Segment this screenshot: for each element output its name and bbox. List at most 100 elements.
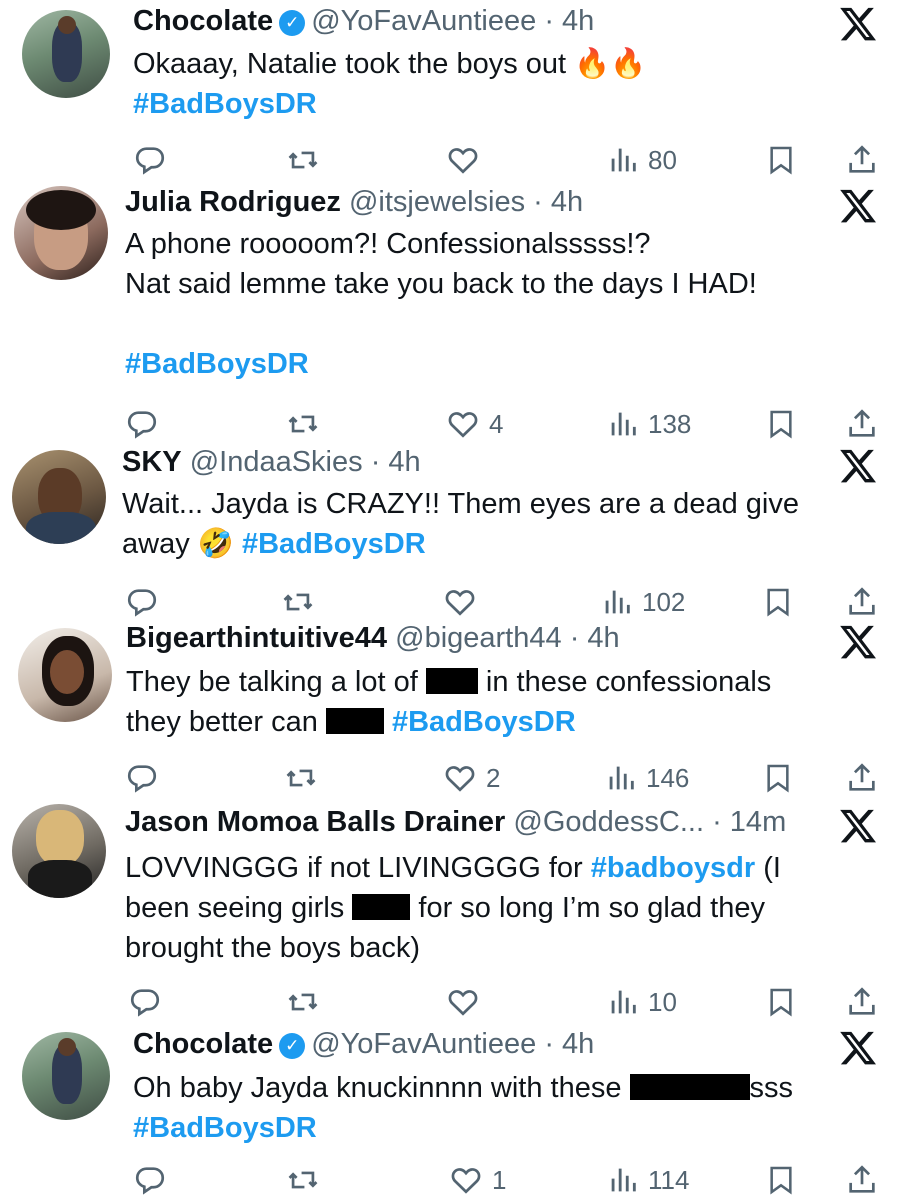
- author-handle[interactable]: @YoFavAuntieee: [311, 1028, 536, 1060]
- tweet-text: (I: [763, 852, 781, 884]
- redaction-bar: [325, 708, 384, 734]
- avatar[interactable]: [12, 804, 106, 898]
- reply-button[interactable]: [128, 982, 162, 1022]
- retweet-button[interactable]: [285, 140, 321, 180]
- retweet-button[interactable]: [285, 404, 321, 444]
- retweet-button[interactable]: [285, 1160, 321, 1200]
- tweet-time[interactable]: · 4h: [570, 622, 620, 654]
- tweet-text: been seeing girls: [125, 892, 345, 924]
- tweet-2[interactable]: Julia Rodriguez @itsjewelsies · 4h A pho…: [0, 184, 900, 444]
- views-button[interactable]: 114: [606, 1160, 689, 1200]
- reply-icon: [127, 765, 157, 793]
- reply-button[interactable]: [133, 140, 167, 180]
- hashtag-link[interactable]: #badboysdr: [591, 852, 755, 884]
- heart-icon: [448, 412, 478, 438]
- view-count: 102: [642, 586, 686, 617]
- tweet-6[interactable]: Chocolate ✓ @YoFavAuntieee · 4h Oh baby Ja…: [0, 1022, 900, 1200]
- bookmark-icon: [770, 410, 792, 439]
- author-name[interactable]: Chocolate: [133, 5, 273, 37]
- reply-button[interactable]: [125, 404, 159, 444]
- retweet-button[interactable]: [285, 982, 321, 1022]
- tweet-time[interactable]: · 4h: [544, 1028, 594, 1060]
- author-name[interactable]: Jason Momoa Balls Drainer: [125, 806, 505, 838]
- share-button[interactable]: [845, 582, 879, 622]
- hashtag-link[interactable]: #BadBoysDR: [242, 528, 426, 560]
- redaction-bar: [352, 894, 411, 920]
- avatar[interactable]: [22, 1032, 110, 1120]
- reply-button[interactable]: [125, 758, 159, 798]
- author-name[interactable]: Chocolate: [133, 1028, 273, 1060]
- like-button[interactable]: [442, 582, 486, 622]
- tweet-text: LOVVINGGG if not LIVINGGGG for: [125, 852, 583, 884]
- like-button[interactable]: [445, 140, 489, 180]
- author-name[interactable]: Bigearthintuitive44: [126, 622, 387, 654]
- retweet-button[interactable]: [280, 582, 316, 622]
- avatar[interactable]: [18, 628, 112, 722]
- hashtag-link[interactable]: #BadBoysDR: [125, 348, 309, 380]
- bookmark-button[interactable]: [765, 982, 797, 1022]
- share-button[interactable]: [845, 1160, 879, 1200]
- share-button[interactable]: [845, 140, 879, 180]
- tweet-time[interactable]: · 4h: [371, 446, 421, 478]
- bookmark-button[interactable]: [765, 404, 797, 444]
- share-icon: [849, 987, 875, 1015]
- x-logo-icon: [840, 625, 876, 659]
- share-button[interactable]: [845, 982, 879, 1022]
- bookmark-button[interactable]: [762, 582, 794, 622]
- avatar[interactable]: [22, 10, 110, 98]
- retweet-icon: [288, 415, 318, 433]
- tweet-actions: 2 146: [0, 758, 900, 798]
- view-count: 80: [648, 144, 677, 175]
- author-name[interactable]: Julia Rodriguez: [125, 186, 341, 218]
- author-handle[interactable]: @GoddessC...: [513, 806, 704, 838]
- author-handle[interactable]: @IndaaSkies: [190, 446, 363, 478]
- tweet-text: They be talking a lot of: [126, 666, 418, 698]
- views-button[interactable]: 138: [606, 404, 691, 444]
- bookmark-button[interactable]: [765, 1160, 797, 1200]
- tweet-time[interactable]: · 4h: [544, 5, 594, 37]
- like-button[interactable]: 4: [445, 404, 503, 444]
- author-name[interactable]: SKY: [122, 446, 182, 478]
- heart-icon: [445, 766, 475, 792]
- author-handle[interactable]: @itsjewelsies: [349, 186, 525, 218]
- like-button[interactable]: 1: [448, 1160, 506, 1200]
- tweet-time[interactable]: · 4h: [533, 186, 583, 218]
- reply-button[interactable]: [125, 582, 159, 622]
- like-button[interactable]: [445, 982, 489, 1022]
- tweet-actions: 4 138: [0, 404, 900, 444]
- view-count: 138: [648, 408, 692, 439]
- views-button[interactable]: 102: [600, 582, 685, 622]
- views-icon: [611, 990, 636, 1014]
- retweet-icon: [288, 993, 318, 1011]
- avatar[interactable]: [12, 450, 106, 544]
- tweet-1[interactable]: Chocolate ✓ @YoFavAuntieee · 4h Okaaay, Na…: [0, 0, 900, 190]
- tweet-actions: 1 114: [0, 1160, 900, 1200]
- tweet-3[interactable]: SKY @IndaaSkies · 4h Wait... Jayda is CR…: [0, 444, 900, 624]
- reply-icon: [135, 147, 165, 175]
- hashtag-link[interactable]: #BadBoysDR: [392, 706, 576, 738]
- author-handle[interactable]: @YoFavAuntieee: [311, 5, 536, 37]
- views-button[interactable]: 80: [606, 140, 677, 180]
- tweet-5[interactable]: Jason Momoa Balls Drainer @GoddessC... ·…: [0, 804, 900, 1024]
- hashtag-link[interactable]: #BadBoysDR: [133, 88, 317, 120]
- bookmark-button[interactable]: [762, 758, 794, 798]
- reply-icon: [127, 411, 157, 439]
- tweet-text: sss: [749, 1072, 794, 1104]
- reply-button[interactable]: [133, 1160, 167, 1200]
- retweet-icon: [288, 1171, 318, 1189]
- like-button[interactable]: 2: [442, 758, 500, 798]
- retweet-button[interactable]: [283, 758, 319, 798]
- author-handle[interactable]: @bigearth44: [395, 622, 562, 654]
- tweet-actions: 10: [0, 982, 900, 1022]
- tweet-4[interactable]: Bigearthintuitive44 @bigearth44 · 4h The…: [0, 620, 900, 800]
- bookmark-button[interactable]: [765, 140, 797, 180]
- x-logo-icon: [840, 809, 876, 843]
- retweet-icon: [288, 151, 318, 169]
- avatar[interactable]: [14, 186, 108, 280]
- views-button[interactable]: 10: [606, 982, 677, 1022]
- tweet-time[interactable]: · 14m: [712, 806, 786, 838]
- hashtag-link[interactable]: #BadBoysDR: [133, 1112, 317, 1144]
- share-button[interactable]: [845, 758, 879, 798]
- share-button[interactable]: [845, 404, 879, 444]
- views-button[interactable]: 146: [604, 758, 689, 798]
